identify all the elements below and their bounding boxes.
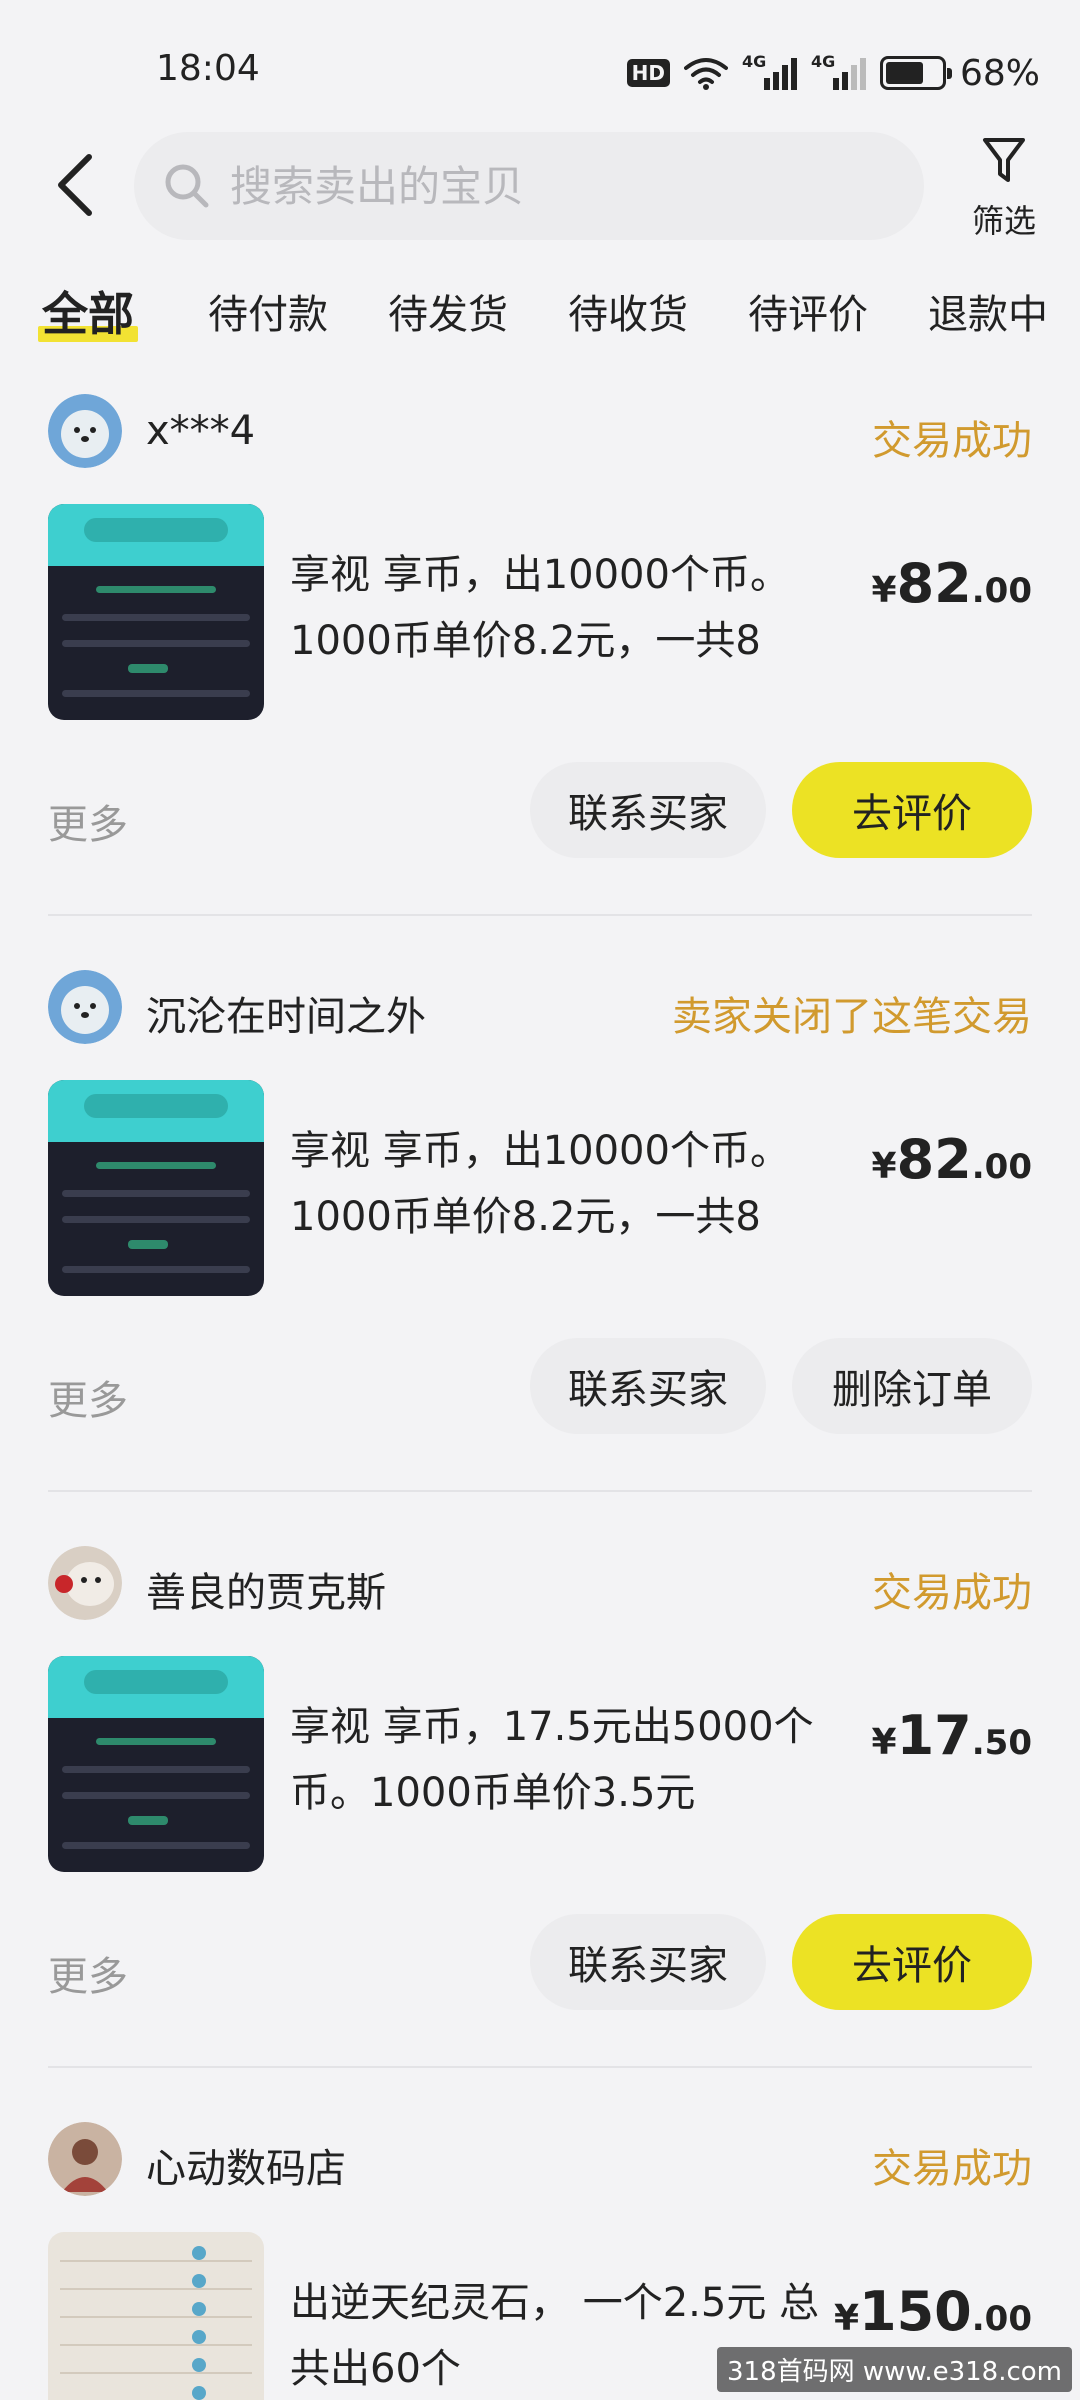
product-thumbnail[interactable] (48, 504, 264, 720)
more-link[interactable]: 更多 (48, 792, 128, 850)
order-status: 交易成功 (872, 2146, 1032, 2192)
person-avatar-icon (48, 2122, 122, 2196)
review-button[interactable]: 去评价 (792, 1914, 1032, 2010)
avatar[interactable] (48, 2122, 122, 2196)
product-title[interactable]: 享视 享币，出10000个币。1000币单价8.2元，一共8 (290, 542, 820, 674)
seal-avatar-icon (48, 394, 122, 468)
avatar[interactable] (48, 394, 122, 468)
watermark: 318首码网 www.e318.com (717, 2347, 1072, 2392)
tab-pending-receipt[interactable]: 待收货 (568, 282, 688, 340)
product-title[interactable]: 享视 享币，17.5元出5000个币。1000币单价3.5元 (290, 1694, 820, 1826)
product-title[interactable]: 享视 享币，出10000个币。1000币单价8.2元，一共8 (290, 1118, 820, 1250)
signal-4g-icon-2: 4G (811, 52, 866, 90)
order-price: ¥17.50 (871, 1704, 1032, 1767)
seal-avatar-icon (48, 970, 122, 1044)
order-status: 卖家关闭了这笔交易 (672, 994, 1032, 1040)
product-thumbnail[interactable] (48, 1656, 264, 1872)
tab-pending-shipment[interactable]: 待发货 (388, 282, 508, 340)
filter-icon (983, 138, 1025, 182)
product-thumbnail[interactable] (48, 1080, 264, 1296)
delete-order-button[interactable]: 删除订单 (792, 1338, 1032, 1434)
battery-percent: 68% (959, 52, 1040, 94)
status-icons: HD 4G 4G 68% (626, 50, 1040, 96)
order-status: 交易成功 (872, 1570, 1032, 1616)
search-icon (165, 164, 209, 208)
buyer-name: 善良的贾克斯 (146, 1570, 386, 1616)
review-button[interactable]: 去评价 (792, 762, 1032, 858)
order-header: 善良的贾克斯 交易成功 (48, 1544, 1032, 1624)
contact-buyer-button[interactable]: 联系买家 (530, 762, 766, 858)
order-price: ¥82.00 (871, 552, 1032, 615)
buyer-name: x***4 (146, 408, 256, 454)
order-header: x***4 交易成功 (48, 392, 1032, 472)
tab-all[interactable]: 全部 (38, 278, 138, 344)
dog-avatar-icon (48, 1546, 122, 1620)
order-header: 心动数码店 交易成功 (48, 2120, 1032, 2200)
tab-refunding[interactable]: 退款中 (928, 282, 1048, 340)
more-link[interactable]: 更多 (48, 1368, 128, 1426)
status-bar: 18:04 HD 4G 4G 68% (0, 0, 1080, 140)
contact-buyer-button[interactable]: 联系买家 (530, 1914, 766, 2010)
search-input[interactable] (230, 161, 890, 211)
tab-pending-review[interactable]: 待评价 (748, 282, 868, 340)
filter-label: 筛选 (971, 202, 1036, 240)
divider (48, 914, 1032, 916)
hd-icon: HD (626, 59, 670, 87)
status-time: 18:04 (156, 48, 260, 89)
product-thumbnail[interactable] (48, 2232, 264, 2400)
battery-icon (879, 56, 952, 90)
divider (48, 1490, 1032, 1492)
back-button[interactable] (50, 150, 100, 220)
contact-buyer-button[interactable]: 联系买家 (530, 1338, 766, 1434)
order-tabs: 全部 待付款 待发货 待收货 待评价 退款中 (0, 270, 1080, 350)
buyer-name: 心动数码店 (146, 2146, 346, 2192)
order-price: ¥82.00 (871, 1128, 1032, 1191)
more-link[interactable]: 更多 (48, 1944, 128, 2002)
order-status: 交易成功 (872, 418, 1032, 464)
chevron-left-icon (58, 154, 92, 216)
divider (48, 2066, 1032, 2068)
order-header: 沉沦在时间之外 卖家关闭了这笔交易 (48, 968, 1032, 1048)
avatar[interactable] (48, 1546, 122, 1620)
tab-pending-payment[interactable]: 待付款 (208, 282, 328, 340)
signal-4g-icon-1: 4G (742, 52, 797, 90)
search-bar[interactable] (134, 132, 924, 240)
wifi-icon (683, 58, 728, 90)
filter-button[interactable]: 筛选 (962, 130, 1046, 242)
avatar[interactable] (48, 970, 122, 1044)
order-price: ¥150.00 (833, 2280, 1032, 2343)
buyer-name: 沉沦在时间之外 (146, 994, 426, 1040)
